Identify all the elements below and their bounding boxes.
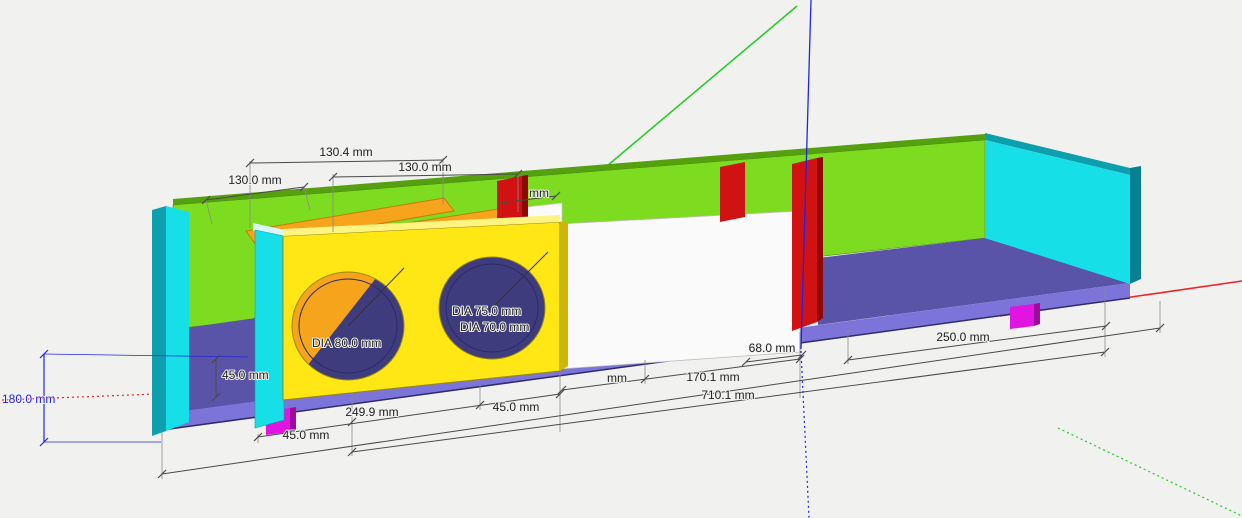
floor-left-face[interactable] xyxy=(185,318,256,412)
left-end-panel[interactable] xyxy=(166,206,189,431)
dim-label-right-chamber[interactable]: 250.0 mm xyxy=(935,329,990,345)
right-end-panel-side xyxy=(1130,166,1141,284)
dim-label-bottom-divider-offset[interactable]: 45.0 mm xyxy=(492,399,541,415)
dim-label-dia-inner[interactable]: DIA 70.0 mm xyxy=(459,319,530,335)
dim-label-top-partial[interactable]: mm xyxy=(528,185,550,201)
dim-label-top-width-left[interactable]: 130.0 mm xyxy=(227,172,282,188)
dim-label-gap[interactable]: 68.0 mm xyxy=(748,340,797,356)
dim-label-dia-outer[interactable]: DIA 75.0 mm xyxy=(451,303,522,319)
3d-viewport[interactable]: 130.4 mm 130.0 mm 130.0 mm mm 180.0 mm 4… xyxy=(0,0,1242,518)
speaker-baffle-side-edge xyxy=(560,221,568,371)
dim-label-overall-length[interactable]: 710.1 mm xyxy=(700,387,755,403)
divider-red-right-side xyxy=(817,157,823,322)
inner-partition-cyan[interactable] xyxy=(254,229,285,429)
dim-label-dia-left[interactable]: DIA 80.0 mm xyxy=(311,335,382,351)
dim-label-top-width-b[interactable]: 130.0 mm xyxy=(397,159,452,175)
left-end-panel-side xyxy=(152,206,166,436)
dim-label-overall-height[interactable]: 180.0 mm xyxy=(1,391,56,407)
dim-label-bottom-foot-offset[interactable]: 45.0 mm xyxy=(282,427,331,443)
foot-right-side xyxy=(1034,303,1040,326)
divider-red-mid[interactable] xyxy=(720,162,745,222)
dim-label-mid-chamber[interactable]: 170.1 mm xyxy=(685,369,740,385)
foot-right[interactable] xyxy=(1010,304,1034,329)
dim-label-bottom-chamber[interactable]: 249.9 mm xyxy=(344,404,399,420)
dim-label-bottom-partial[interactable]: mm xyxy=(606,370,628,386)
dim-label-top-width-a[interactable]: 130.4 mm xyxy=(318,144,373,160)
dim-label-left-offset[interactable]: 45.0 mm xyxy=(221,367,270,383)
